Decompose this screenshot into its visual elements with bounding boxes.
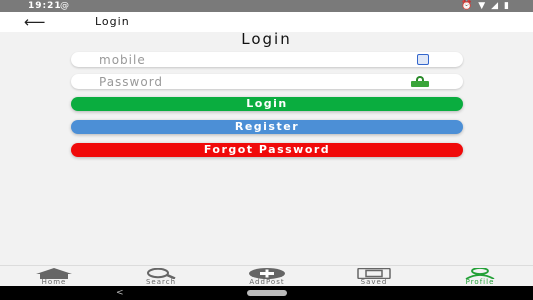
signal-icon: ◢ (491, 1, 505, 11)
password-field (71, 74, 463, 89)
nav-profile[interactable]: Profile (445, 266, 515, 287)
login-screen: 19:21 @ ⏰▼◢▮ ⟵ Login Login Login Registe… (0, 0, 533, 300)
bottom-nav: Home Search AddPost Saved Profile (0, 265, 533, 286)
lock-icon (411, 76, 429, 87)
status-icons: ⏰▼◢▮ (461, 0, 515, 12)
system-navigation-bar: < (0, 286, 533, 300)
password-input[interactable] (71, 74, 401, 89)
status-bar: 19:21 @ ⏰▼◢▮ (0, 0, 533, 12)
battery-icon: ▮ (504, 1, 515, 11)
nav-home[interactable]: Home (19, 266, 89, 287)
app-bar: ⟵ Login (0, 12, 533, 32)
wifi-icon: ▼ (478, 1, 492, 11)
page-title: Login (241, 30, 292, 48)
at-icon: @ (60, 1, 69, 11)
nav-addpost[interactable]: AddPost (232, 266, 302, 287)
back-arrow-icon[interactable]: ⟵ (24, 12, 46, 32)
phone-icon (417, 54, 429, 65)
nav-search[interactable]: Search (126, 266, 196, 287)
system-back-icon[interactable]: < (116, 286, 124, 300)
login-button[interactable]: Login (71, 97, 463, 111)
mobile-field (71, 52, 463, 67)
register-button[interactable]: Register (71, 120, 463, 134)
mobile-input[interactable] (71, 52, 401, 67)
alarm-icon: ⏰ (460, 1, 479, 11)
nav-saved[interactable]: Saved (339, 266, 409, 287)
forgot-password-button[interactable]: Forgot Password (71, 143, 463, 157)
status-time: 19:21 (28, 1, 62, 11)
system-home-pill[interactable] (247, 290, 287, 296)
app-bar-title: Login (95, 15, 130, 28)
